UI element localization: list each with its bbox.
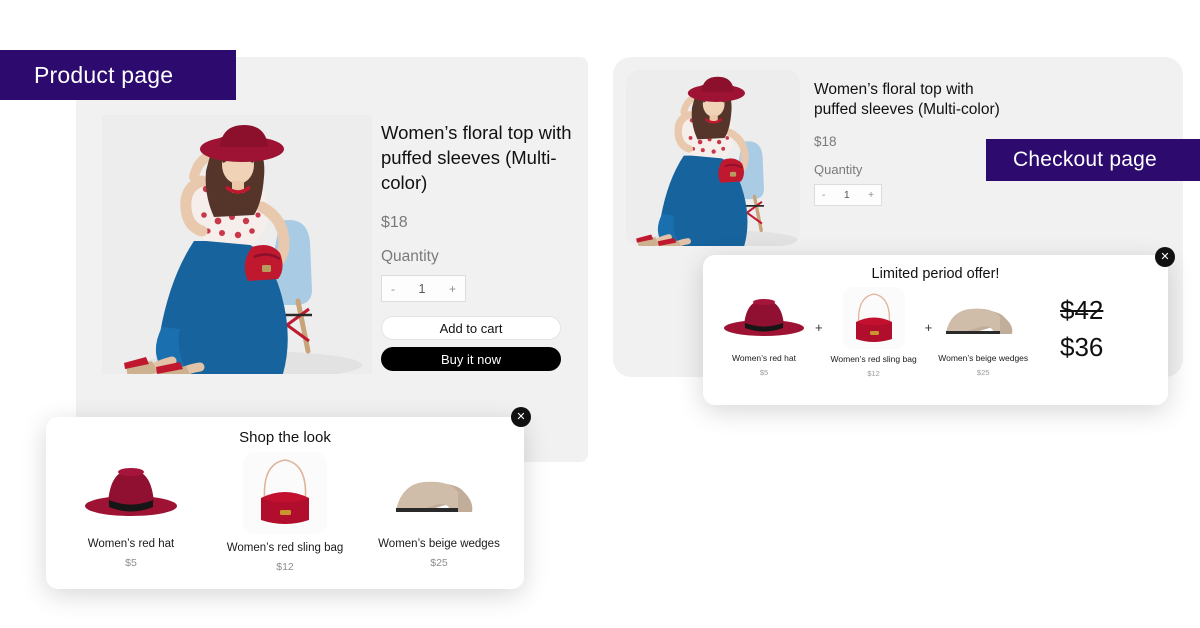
item-name: Women’s red sling bag <box>830 354 917 364</box>
shop-the-look-items: Women’s red hat $5 Women’s red sling bag… <box>46 452 524 573</box>
list-item[interactable]: Women’s red sling bag $12 <box>825 287 923 378</box>
item-name: Women’s red hat <box>732 353 796 363</box>
product-price: $18 <box>381 214 408 231</box>
shop-the-look-popup: Shop the look Women’s red hat $5 Women’s… <box>46 417 524 589</box>
item-name: Women’s beige wedges <box>378 538 500 550</box>
item-price: $5 <box>759 368 769 377</box>
close-icon[interactable]: ✕ <box>1155 247 1175 267</box>
quantity-increment-button[interactable]: + <box>449 282 456 296</box>
list-item[interactable]: Women’s red sling bag $12 <box>208 452 362 573</box>
quantity-value[interactable]: 1 <box>419 282 426 296</box>
add-to-cart-button[interactable]: Add to cart <box>381 316 561 340</box>
screenshot-canvas: Women’s floral top with puffed sleeves (… <box>0 0 1200 628</box>
plus-separator-1: + <box>815 320 823 335</box>
red-hat-icon <box>78 452 184 524</box>
limited-offer-title: Limited period offer! <box>871 266 1000 282</box>
list-item[interactable]: Women’s beige wedges $25 <box>362 452 516 573</box>
quantity-stepper[interactable]: - 1 + <box>381 275 466 302</box>
product-title: Women’s floral top with puffed sleeves (… <box>381 122 572 193</box>
offer-price-block: $42 $36 <box>1060 287 1156 363</box>
checkout-quantity-stepper[interactable]: - 1 + <box>814 184 882 206</box>
offer-original-price: $42 <box>1060 295 1104 325</box>
item-price: $25 <box>976 368 990 377</box>
beige-wedges-icon <box>386 452 492 524</box>
red-sling-bag-icon <box>842 287 905 349</box>
checkout-page-badge: Checkout page <box>986 139 1200 181</box>
product-info-panel: Women’s floral top with puffed sleeves (… <box>381 120 577 371</box>
red-sling-bag-icon <box>243 452 327 534</box>
checkout-quantity-value[interactable]: 1 <box>844 189 850 201</box>
checkout-quantity-increment-button[interactable]: + <box>868 190 874 201</box>
list-item[interactable]: Women’s red hat $5 <box>715 287 813 377</box>
red-hat-icon <box>718 287 810 343</box>
list-item[interactable]: Women’s beige wedges $25 <box>934 287 1032 377</box>
item-price: $12 <box>276 561 294 573</box>
item-price: $5 <box>125 557 137 569</box>
model-photo-illustration <box>102 115 372 374</box>
offer-content-row: Women’s red hat $5 + Women’s red sling b… <box>703 287 1168 378</box>
plus-separator-2: + <box>924 320 933 335</box>
product-page-badge: Product page <box>0 50 236 100</box>
product-hero-image[interactable] <box>102 115 372 374</box>
item-name: Women’s red hat <box>87 538 175 550</box>
checkout-info-panel: Women’s floral top with puffed sleeves (… <box>814 80 1004 206</box>
beige-wedges-icon <box>937 287 1029 343</box>
list-item[interactable]: Women’s red hat $5 <box>54 452 208 573</box>
quantity-decrement-button[interactable]: - <box>391 282 395 296</box>
limited-period-offer-popup: Limited period offer! Women’s red hat $5 <box>703 255 1168 405</box>
quantity-label: Quantity <box>381 248 439 265</box>
item-price: $25 <box>430 557 448 569</box>
checkout-quantity-decrement-button[interactable]: - <box>822 190 825 201</box>
offer-items: Women’s red hat $5 + Women’s red sling b… <box>715 287 1060 378</box>
buy-it-now-button[interactable]: Buy it now <box>381 347 561 371</box>
checkout-quantity-label: Quantity <box>814 162 863 177</box>
item-price: $12 <box>867 369 880 378</box>
item-name: Women’s beige wedges <box>938 353 1029 363</box>
item-name: Women’s red sling bag <box>226 542 344 554</box>
model-photo-illustration-small <box>626 70 800 246</box>
offer-discounted-price: $36 <box>1060 332 1104 362</box>
shop-the-look-title: Shop the look <box>239 429 331 446</box>
close-icon[interactable]: ✕ <box>511 407 531 427</box>
checkout-product-price: $18 <box>814 134 837 149</box>
checkout-hero-image[interactable] <box>626 70 800 246</box>
checkout-product-title: Women’s floral top with puffed sleeves (… <box>814 81 1000 118</box>
